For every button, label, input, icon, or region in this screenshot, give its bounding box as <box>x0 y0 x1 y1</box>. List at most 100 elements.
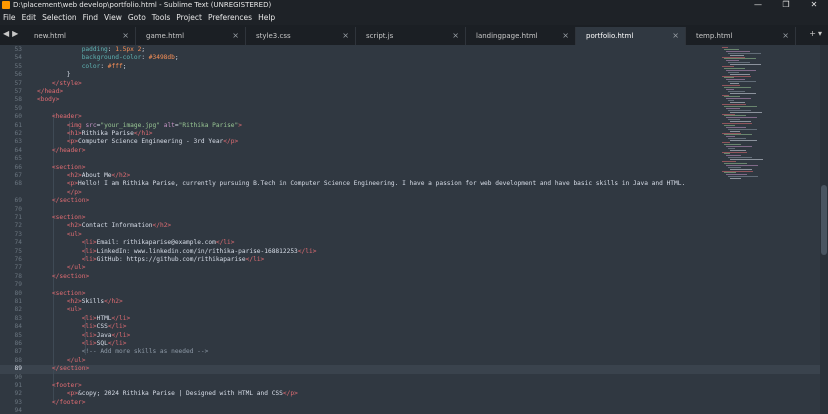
tab-portfolio-html[interactable]: portfolio.html × <box>576 27 686 45</box>
menu-help[interactable]: Help <box>258 13 275 22</box>
code-line[interactable]: </style> <box>37 80 82 88</box>
minimap-line <box>724 162 747 164</box>
minimap-line <box>726 98 751 100</box>
code-line[interactable]: } <box>37 71 71 79</box>
menu-selection[interactable]: Selection <box>42 13 77 22</box>
menu-file[interactable]: File <box>3 13 16 22</box>
minimize-icon[interactable]: — <box>744 0 772 10</box>
code-line[interactable]: <!-- Add more skills as needed --> <box>37 348 209 356</box>
minimap-line <box>728 128 757 130</box>
tab-temp-html[interactable]: temp.html × <box>686 27 796 45</box>
line-number: 72 <box>14 222 22 230</box>
line-number: 68 <box>14 180 22 188</box>
tab-actions-icon[interactable]: +▾ <box>809 29 824 38</box>
menu-tools[interactable]: Tools <box>152 13 170 22</box>
code-line[interactable]: <li>GitHub: https://github.com/rithikapa… <box>37 256 265 264</box>
close-tab-icon[interactable]: × <box>122 27 129 45</box>
menu-edit[interactable]: Edit <box>22 13 37 22</box>
tab-nav-arrows-icon[interactable]: ◀▶ <box>3 29 21 38</box>
code-line[interactable]: <li>LinkedIn: www.linkedin.com/in/rithik… <box>37 248 317 256</box>
code-line[interactable]: <section> <box>37 164 86 172</box>
code-line[interactable]: padding: 1.5px 2; <box>37 46 145 54</box>
tab-landingpage-html[interactable]: landingpage.html × <box>466 27 576 45</box>
code-line[interactable]: </head> <box>37 88 63 96</box>
code-line[interactable]: </section> <box>37 197 89 205</box>
close-tab-icon[interactable]: × <box>342 27 349 45</box>
code-line[interactable]: <body> <box>37 96 59 104</box>
minimap-line <box>730 73 750 75</box>
tab-script-js[interactable]: script.js × <box>356 27 466 45</box>
code-line[interactable]: <header> <box>37 113 82 121</box>
line-number: 87 <box>14 348 22 356</box>
code-line[interactable]: <section> <box>37 214 86 222</box>
menu-view[interactable]: View <box>104 13 122 22</box>
code-line[interactable]: <footer> <box>37 382 82 390</box>
vertical-scrollbar[interactable] <box>820 45 828 414</box>
line-number: 79 <box>14 281 22 289</box>
minimap-line <box>728 166 741 168</box>
close-icon[interactable]: ✕ <box>800 0 828 10</box>
code-line[interactable]: </header> <box>37 147 86 155</box>
code-line[interactable]: <img src="your_image.jpg" alt="Rithika P… <box>37 122 242 130</box>
minimap-line <box>724 124 735 126</box>
code-line[interactable]: <h2>About Me</h2> <box>37 172 130 180</box>
line-number: 59 <box>14 104 22 112</box>
line-number: 57 <box>14 79 22 87</box>
code-line[interactable]: <ul> <box>37 231 82 239</box>
code-line[interactable]: <p>Hello! I am Rithika Parise, currently… <box>37 180 685 188</box>
line-number: 80 <box>14 289 22 297</box>
menu-goto[interactable]: Goto <box>128 13 146 22</box>
code-line[interactable]: </ul> <box>37 264 86 272</box>
tab-new-html[interactable]: new.html × <box>24 27 136 45</box>
code-line[interactable]: <li>CSS</li> <box>37 323 127 331</box>
code-line[interactable]: color: #fff; <box>37 63 127 71</box>
minimap-line <box>726 107 740 109</box>
minimap-line <box>724 143 741 145</box>
minimap-line <box>728 62 750 64</box>
minimap-line <box>722 56 745 58</box>
code-line[interactable]: <h2>Skills</h2> <box>37 298 123 306</box>
close-tab-icon[interactable]: × <box>452 27 459 45</box>
code-line[interactable]: </section> <box>37 273 89 281</box>
tab-label: script.js <box>366 32 394 40</box>
code-line[interactable]: <ul> <box>37 306 82 314</box>
code-line[interactable]: <h1>Rithika Parise</h1> <box>37 130 153 138</box>
maximize-icon[interactable]: ❐ <box>772 0 800 10</box>
minimap[interactable] <box>718 45 818 185</box>
code-line[interactable]: </ul> <box>37 357 86 365</box>
menu-project[interactable]: Project <box>176 13 202 22</box>
code-line[interactable]: <h2>Contact Information</h2> <box>37 222 171 230</box>
code-line[interactable]: <section> <box>37 290 86 298</box>
close-tab-icon[interactable]: × <box>672 27 679 45</box>
editor-area[interactable]: 53 54 55 56 57 57 58 59 60 61 62 63 64 65 66 67 68 69 70 71… <box>0 45 828 414</box>
code-line[interactable]: <li>Email: rithikaparise@example.com</li… <box>37 239 235 247</box>
code-line[interactable]: </p> <box>37 189 82 197</box>
minimap-line <box>730 54 744 56</box>
code-line[interactable]: <p>Computer Science Engineering - 3rd Ye… <box>37 138 238 146</box>
close-tab-icon[interactable]: × <box>782 27 789 45</box>
code-line[interactable]: </section> <box>37 365 89 373</box>
code-line[interactable]: background-color: #3498db; <box>37 54 179 62</box>
close-tab-icon[interactable]: × <box>232 27 239 45</box>
scrollbar-thumb[interactable] <box>821 185 827 255</box>
minimap-line <box>722 104 746 105</box>
minimap-line <box>726 145 752 147</box>
minimap-line <box>724 115 746 117</box>
code-line[interactable]: <li>HTML</li> <box>37 315 130 323</box>
menu-find[interactable]: Find <box>83 13 98 22</box>
code-line[interactable]: <li>SQL</li> <box>37 340 127 348</box>
menu-preferences[interactable]: Preferences <box>208 13 252 22</box>
tab-style3-css[interactable]: style3.css × <box>246 27 356 45</box>
minimap-line <box>726 136 735 138</box>
minimap-line <box>724 86 751 88</box>
code-line[interactable]: <p>&copy; 2024 Rithika Parise | Designed… <box>37 390 298 398</box>
line-number: 70 <box>14 205 22 213</box>
code-line[interactable]: </footer> <box>37 399 86 407</box>
code-line[interactable]: <li>Java</li> <box>37 332 130 340</box>
tab-game-html[interactable]: game.html × <box>136 27 246 45</box>
code-view[interactable]: padding: 1.5px 2; background-color: #349… <box>37 45 717 414</box>
tab-label: portfolio.html <box>586 32 634 40</box>
close-tab-icon[interactable]: × <box>562 27 569 45</box>
minimap-line <box>722 113 735 115</box>
line-number: 71 <box>14 214 22 221</box>
